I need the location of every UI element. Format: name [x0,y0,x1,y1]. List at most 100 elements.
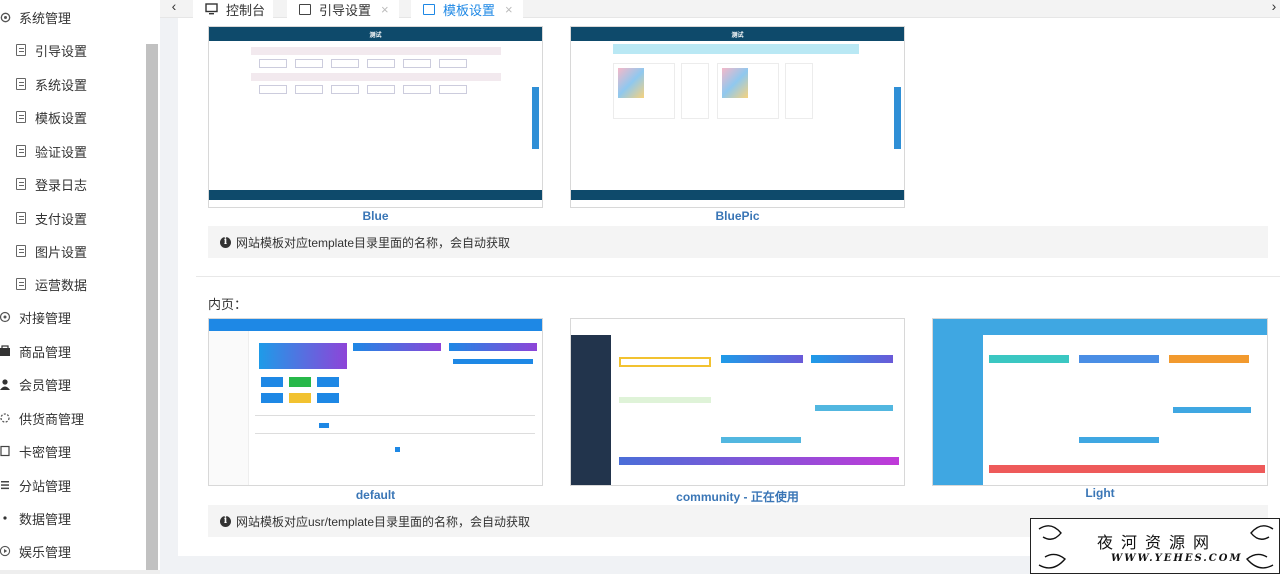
watermark-logo: 夜河资源网 WWW.YEHES.COM [1030,518,1280,574]
tab-scroll-right-icon[interactable]: › [1268,0,1280,16]
sidebar: 系统管理 引导设置 系统设置 模板设置 验证设置 登录日志 支付设置 图片设置 … [0,0,160,574]
sidebar-item-card-keys[interactable]: 卡密管理 [0,436,71,466]
template-thumb-blue[interactable]: 测试 [208,26,543,208]
sidebar-scrollbar[interactable] [146,44,158,574]
sidebar-item-label: 卡密管理 [19,444,72,460]
goods-icon [0,344,12,358]
document-icon [14,110,28,124]
document-icon [14,43,28,57]
sidebar-item-docking[interactable]: 对接管理 [0,302,71,332]
preview-panel-head [721,355,803,363]
sidebar-item-label: 支付设置 [35,211,88,227]
card-icon [0,444,12,458]
sidebar-item-label: 分站管理 [19,478,72,494]
tab-label: 控制台 [226,2,266,18]
sidebar-item-label: 会员管理 [19,377,72,393]
preview-panel-head [353,343,441,351]
preview-panel-head [811,355,893,363]
document-icon [14,177,28,191]
preview-button [319,423,329,428]
preview-header: 测试 [571,27,904,41]
preview-cell [439,85,467,94]
preview-header [933,319,1267,335]
close-icon[interactable]: × [505,2,513,17]
tab-guide-settings[interactable]: 引导设置 × [287,0,399,18]
preview-rule [255,433,535,434]
template-name-light: Light [1085,486,1115,500]
document-icon [14,77,28,91]
sidebar-item-entertainment[interactable]: 娱乐管理 [0,536,71,566]
template-thumb-default[interactable] [208,318,543,486]
template-name-default: default [355,488,396,502]
sidebar-item-label: 模板设置 [35,110,88,126]
link-icon [0,310,12,324]
tab-label: 引导设置 [319,2,372,18]
sidebar-item-payment-settings[interactable]: 支付设置 [14,203,87,233]
sidebar-item-goods[interactable]: 商品管理 [0,336,71,366]
preview-panel-head [449,343,537,351]
preview-rule [255,415,535,416]
info-icon: i [220,515,231,527]
tab-label: 模板设置 [443,2,496,18]
monitor-icon [205,3,226,15]
preview-panel-head [989,355,1069,363]
preview-card [613,63,675,119]
list-icon [0,478,12,492]
preview-footer-bar [619,457,899,465]
preview-sidebar [209,331,249,485]
note-text: 网站模板对应template目录里面的名称，会自动获取 [236,235,511,250]
sidebar-item-label: 系统设置 [35,77,88,93]
sidebar-item-label: 运营数据 [35,277,88,293]
sidebar-item-image-settings[interactable]: 图片设置 [14,236,87,266]
document-icon [14,277,28,291]
info-icon: i [220,236,231,248]
preview-panel-head [1079,355,1159,363]
template-name-blue: Blue [362,209,389,223]
preview-cell [295,59,323,68]
sidebar-item-template-settings[interactable]: 模板设置 [14,102,87,132]
preview-sidebar [933,335,983,485]
template-thumb-light[interactable] [932,318,1268,486]
template-thumb-community[interactable] [570,318,905,486]
sidebar-item-data[interactable]: 数据管理 [0,503,71,533]
supplier-icon [0,411,12,425]
sidebar-item-verify-settings[interactable]: 验证设置 [14,136,87,166]
preview-cell [331,59,359,68]
preview-button [1079,437,1159,443]
preview-button [453,359,533,364]
document-icon [14,244,28,258]
sidebar-item-label: 验证设置 [35,144,88,160]
sidebar-item-login-log[interactable]: 登录日志 [14,169,87,199]
sidebar-item-guide-settings[interactable]: 引导设置 [14,35,87,65]
preview-cell [367,59,395,68]
tab-template-settings[interactable]: 模板设置 × [411,0,523,18]
sidebar-item-operation-data[interactable]: 运营数据 [14,269,87,299]
sidebar-item-system[interactable]: 系统管理 [0,2,71,32]
tab-scroll-left-icon[interactable]: ‹ [166,0,182,16]
sidebar-item-label: 对接管理 [19,310,72,326]
preview-cell [403,85,431,94]
sidebar-item-label: 供货商管理 [19,411,85,427]
tab-bar: ‹ 控制台 引导设置 × 模板设置 × › [160,0,1280,18]
preview-header [209,319,542,331]
sidebar-item-substations[interactable]: 分站管理 [0,470,71,500]
preview-card [717,63,779,119]
watermark-url: WWW.YEHES.COM [1111,553,1243,564]
sidebar-item-system-settings[interactable]: 系统设置 [14,69,87,99]
tab-console[interactable]: 控制台 [193,0,273,18]
document-icon [14,144,28,158]
preview-pager [395,447,400,452]
preview-row [251,73,501,81]
sidebar-item-suppliers[interactable]: 供货商管理 [0,403,84,433]
sidebar-item-label: 引导设置 [35,43,88,59]
sidebar-item-label: 数据管理 [19,511,72,527]
gear-icon [0,10,12,24]
template-thumb-bluepic[interactable]: 测试 [570,26,905,208]
preview-sidebar [571,335,611,485]
preview-tile [317,393,339,403]
sidebar-item-members[interactable]: 会员管理 [0,369,71,399]
preview-input [619,357,711,367]
close-icon[interactable]: × [381,2,389,17]
template-settings-panel: 测试 Blue 测试 BluePic i 网站模板对应template目录里面的… [178,18,1280,556]
sidebar-item-label: 登录日志 [35,177,88,193]
